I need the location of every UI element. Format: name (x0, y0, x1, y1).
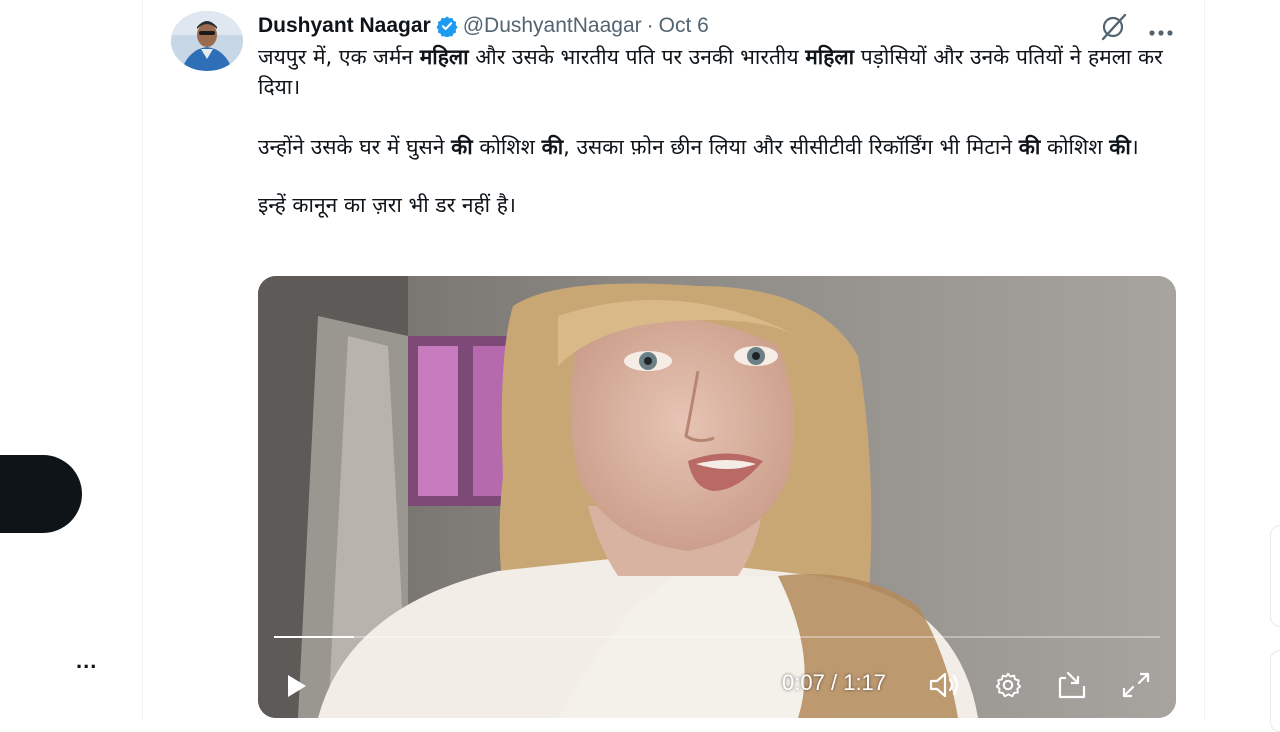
picture-in-picture-icon[interactable] (1056, 670, 1090, 705)
video-controls: 0:07 / 1:17 (258, 656, 1176, 718)
text-segment: जयपुर में, एक जर्मन (258, 45, 420, 69)
text-segment: इन्हें कानून का ज़रा भी डर नहीं है। (258, 193, 516, 217)
video-player[interactable]: 0:07 / 1:17 (258, 276, 1176, 718)
header-separator: · (646, 14, 654, 37)
text-segment: और उसके भारतीय पति पर उनकी भारतीय (468, 45, 806, 69)
video-frame (258, 276, 1176, 718)
volume-icon[interactable] (928, 670, 962, 705)
tweet-paragraph-3: इन्हें कानून का ज़रा भी डर नहीं है। (258, 190, 1178, 220)
nav-more-button[interactable]: ... (76, 648, 97, 674)
right-sidebar-card (1270, 525, 1280, 627)
text-segment: उन्होंने उसके घर में घुसने (258, 135, 452, 159)
tweet-paragraph-2: उन्होंने उसके घर में घुसने की कोशिश की, … (258, 132, 1178, 162)
tweet-paragraph-1: जयपुर में, एक जर्मन महिला और उसके भारतीय… (258, 42, 1178, 102)
verified-badge-icon (436, 15, 458, 37)
post-button[interactable] (0, 455, 82, 533)
author-name[interactable]: Dushyant Naagar (258, 14, 431, 38)
time-separator: / (830, 670, 838, 695)
video-progress-bar[interactable] (274, 636, 1160, 638)
video-progress-fill (274, 636, 354, 638)
tweet-text: जयपुर में, एक जर्मन महिला और उसके भारतीय… (258, 42, 1178, 220)
timeline-border-right (1204, 0, 1205, 720)
gear-icon[interactable] (992, 670, 1024, 705)
fullscreen-icon[interactable] (1120, 670, 1152, 705)
avatar-image (171, 11, 243, 71)
avatar[interactable] (171, 11, 243, 71)
text-segment-bold: की (451, 135, 473, 159)
text-segment: कोशिश (472, 135, 542, 159)
more-icon[interactable] (1148, 24, 1174, 42)
timeline-border-left (142, 0, 143, 720)
text-segment-bold: की (541, 135, 564, 159)
play-icon[interactable] (282, 672, 310, 705)
current-time: 0:07 (782, 670, 825, 695)
text-segment-bold: की (1018, 135, 1041, 159)
text-segment: । (1130, 135, 1139, 159)
text-segment: कोशिश (1040, 135, 1110, 159)
tweet-date[interactable]: Oct 6 (659, 14, 709, 38)
text-segment-bold: की (1109, 135, 1131, 159)
text-segment-bold: महिला (419, 45, 469, 69)
tweet-header: Dushyant Naagar @DushyantNaagar · Oct 6 (258, 12, 709, 40)
text-segment: , उसका फ़ोन छीन लिया और सीसीटीवी रिकॉर्ड… (563, 135, 1019, 159)
author-handle[interactable]: @DushyantNaagar (463, 14, 642, 38)
text-segment-bold: महिला (805, 45, 855, 69)
left-nav-rail: ... (0, 0, 142, 720)
duration: 1:17 (843, 670, 887, 695)
video-time: 0:07 / 1:17 (782, 670, 886, 696)
